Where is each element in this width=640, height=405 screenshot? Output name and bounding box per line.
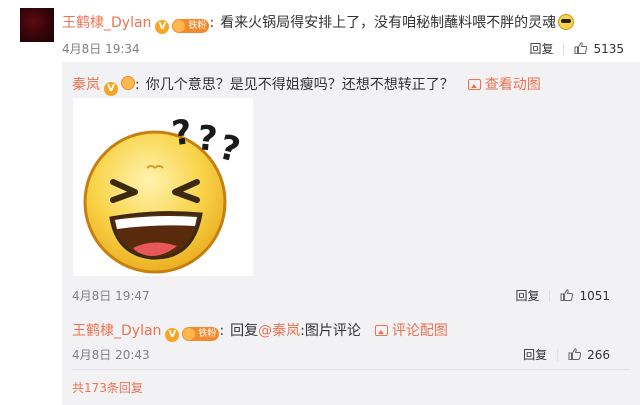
- laughing-emoji-image: ? ? ?: [83, 112, 244, 274]
- fan-badge: 铁粉: [172, 19, 210, 33]
- view-image-link[interactable]: 评论配图: [392, 323, 448, 339]
- action-divider: [557, 349, 559, 361]
- comment-actions: 回复 5135: [529, 40, 624, 57]
- svg-text:?: ?: [170, 112, 195, 154]
- reply-time: 4月8日 20:43: [72, 348, 150, 362]
- reply-time: 4月8日 19:47: [72, 289, 150, 303]
- reply-author[interactable]: 王鹤棣_Dylan: [72, 323, 161, 339]
- reply-line: 秦岚 V: 你几个意思？是见不得姐瘦吗？还想不想转正了？ 查看动图: [72, 74, 541, 96]
- like-count: 1051: [579, 289, 610, 303]
- comment-line: 王鹤棣_Dylan V 铁粉: 看来火锅局得安排上了，没有咱秘制蘸料喂不胖的灵魂: [62, 12, 575, 34]
- avatar[interactable]: [20, 8, 54, 42]
- reply-text: 你几个意思？是见不得姐瘦吗？还想不想转正了？: [145, 77, 454, 93]
- sunglasses-emoji-icon: [558, 14, 575, 30]
- reply-image[interactable]: ? ? ?: [73, 98, 253, 276]
- top-comment: 王鹤棣_Dylan V 铁粉: 看来火锅局得安排上了，没有咱秘制蘸料喂不胖的灵魂 4月…: [0, 0, 640, 62]
- comment-time: 4月8日 19:34: [62, 42, 140, 56]
- mention-link[interactable]: @秦岚: [258, 323, 300, 339]
- reply-button[interactable]: 回复: [529, 42, 553, 56]
- reply-line: 王鹤棣_Dylan V 铁粉: 回复@秦岚:图片评论 评论配图: [72, 320, 448, 342]
- reply-text: :图片评论: [300, 323, 361, 339]
- comment-author[interactable]: 王鹤棣_Dylan: [62, 15, 151, 31]
- more-replies-link[interactable]: 共173条回复: [72, 379, 143, 396]
- like-count: 266: [587, 348, 610, 362]
- reply-button[interactable]: 回复: [523, 348, 547, 362]
- fan-badge: [121, 76, 135, 90]
- fan-badge: 铁粉: [182, 327, 220, 341]
- verified-badge-icon: V: [104, 82, 118, 96]
- thumbs-up-icon[interactable]: [560, 289, 574, 301]
- svg-text:?: ?: [195, 118, 219, 160]
- replies-panel: 秦岚 V: 你几个意思？是见不得姐瘦吗？还想不想转正了？ 查看动图 ? ? ? …: [62, 62, 640, 405]
- image-icon[interactable]: [467, 79, 481, 90]
- author-separator: :: [209, 15, 215, 31]
- action-divider: [563, 43, 565, 55]
- divider: [72, 369, 630, 370]
- reply-button[interactable]: 回复: [515, 289, 539, 303]
- thumbs-up-icon[interactable]: [574, 42, 588, 54]
- svg-text:?: ?: [215, 127, 244, 171]
- author-separator: :: [135, 77, 140, 93]
- reply-actions: 回复 1051: [515, 287, 610, 304]
- comment-text: 看来火锅局得安排上了，没有咱秘制蘸料喂不胖的灵魂: [220, 15, 557, 31]
- thumbs-up-icon[interactable]: [568, 348, 582, 360]
- reply-prefix: 回复: [230, 323, 259, 339]
- verified-badge-icon: V: [155, 20, 170, 34]
- reply-author[interactable]: 秦岚: [72, 77, 100, 93]
- action-divider: [549, 290, 551, 302]
- verified-badge-icon: V: [165, 328, 180, 342]
- image-icon[interactable]: [374, 325, 388, 336]
- reply-actions: 回复 266: [523, 346, 610, 363]
- author-separator: :: [219, 323, 225, 339]
- view-animation-link[interactable]: 查看动图: [485, 77, 541, 93]
- like-count: 5135: [593, 42, 624, 56]
